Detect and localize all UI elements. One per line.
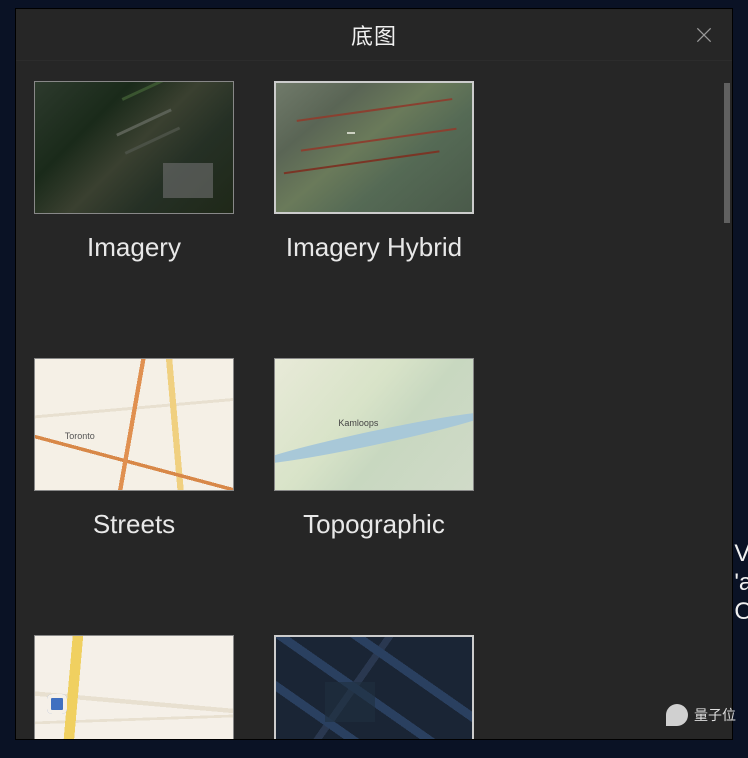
basemap-thumbnail [34,635,234,739]
close-button[interactable] [690,21,718,49]
basemap-gallery-modal: 底图 Imagery Imagery Hybrid Streets T [15,8,733,740]
basemap-item-streets[interactable]: Streets [34,358,234,540]
basemap-item-imagery[interactable]: Imagery [34,81,234,263]
basemap-label: Imagery Hybrid [286,232,462,263]
wechat-icon [666,704,688,726]
basemap-thumbnail [274,635,474,739]
modal-body[interactable]: Imagery Imagery Hybrid Streets Topograph… [16,61,732,739]
basemap-grid: Imagery Imagery Hybrid Streets Topograph… [34,81,714,739]
background-text-fragment: V 'a O [734,540,748,626]
scrollbar-thumb[interactable] [724,83,730,223]
basemap-item-navigation[interactable] [34,635,234,739]
basemap-thumbnail [34,81,234,214]
basemap-thumbnail [274,81,474,214]
basemap-label: Imagery [87,232,181,263]
watermark: 量子位 [666,704,736,726]
basemap-item-topographic[interactable]: Topographic [274,358,474,540]
basemap-item-imagery-hybrid[interactable]: Imagery Hybrid [274,81,474,263]
basemap-label: Streets [93,509,175,540]
modal-title: 底图 [351,19,397,51]
basemap-label: Topographic [303,509,445,540]
basemap-thumbnail [34,358,234,491]
basemap-item-streets-night[interactable] [274,635,474,739]
watermark-text: 量子位 [694,705,736,725]
modal-header: 底图 [16,9,732,61]
close-icon [694,25,714,45]
basemap-thumbnail [274,358,474,491]
